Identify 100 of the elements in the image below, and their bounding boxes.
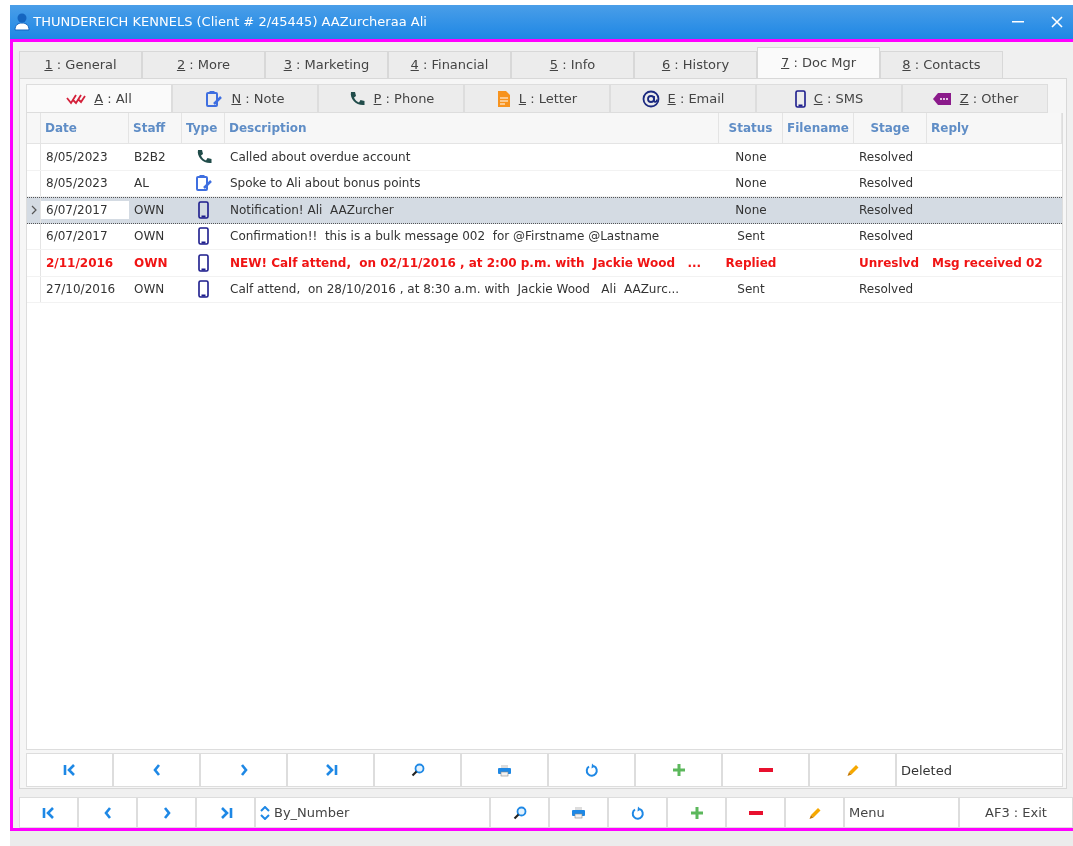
add-button[interactable]	[667, 797, 726, 828]
exit-button[interactable]: AF3 : Exit	[959, 797, 1073, 828]
table-cell-text: Spoke to Ali about bonus points	[229, 175, 422, 193]
table-cell-text: NEW! Calf attend, on 02/11/2016 , at 2:00 p.m. with Jackie Wood ...	[229, 254, 703, 272]
table-row[interactable]: 27/10/2016 OWN Calf attend, on 28/10/2016 , at 8:30 a.m. with Jackie Wood Ali AAZurc... Sent Resolved	[27, 276, 1062, 303]
last-record-icon	[323, 764, 338, 776]
tab[interactable]: 1 : General	[19, 51, 142, 78]
search-button[interactable]	[374, 753, 461, 787]
row-pointer-icon	[30, 205, 37, 216]
table-cell-text: OWN	[133, 202, 166, 220]
table-cell-text: Notification! Ali AAZurcher	[229, 202, 395, 220]
table-cell-text: Resolved	[858, 175, 915, 193]
next-button[interactable]	[200, 753, 287, 787]
last-button[interactable]	[196, 797, 255, 828]
tab[interactable]: 6 : History	[634, 51, 757, 78]
tab[interactable]: 7 : Doc Mgr	[757, 47, 880, 78]
tab[interactable]: Z : Other	[902, 84, 1048, 113]
table-cell-text: Resolved	[858, 281, 915, 299]
table-cell-text: Msg received 02	[931, 254, 1044, 272]
tab[interactable]: E : Email	[610, 84, 756, 113]
user-icon	[14, 13, 30, 31]
table-cell-text: 2/11/2016	[45, 254, 115, 272]
tab[interactable]: N : Note	[172, 84, 318, 113]
clipboard-icon	[194, 174, 213, 193]
previous-button[interactable]	[113, 753, 200, 787]
refresh-icon	[584, 763, 599, 777]
next-button[interactable]	[137, 797, 196, 828]
next-icon	[162, 806, 171, 819]
last-button[interactable]	[287, 753, 374, 787]
sort-label: By_Number	[274, 803, 350, 822]
search-icon	[410, 763, 425, 777]
first-button[interactable]	[19, 797, 78, 828]
table-cell-text: None	[734, 175, 768, 193]
status-field: Deleted	[896, 753, 1063, 787]
table-cell-text: Resolved	[858, 228, 915, 246]
search-icon	[512, 805, 527, 820]
table-cell-text: OWN	[133, 228, 166, 246]
close-icon[interactable]	[1051, 16, 1063, 28]
at-sign-icon	[641, 89, 660, 108]
plus-icon	[689, 805, 704, 820]
table-cell-text: Confirmation!! this is a bulk message 002 for @Firstname @Lastname	[229, 228, 661, 246]
print-button[interactable]	[461, 753, 548, 787]
table-cell-text: B2B2	[133, 148, 167, 166]
mobile-phone-icon	[198, 280, 209, 299]
table-cell-text: None	[734, 148, 768, 166]
first-record-icon	[41, 806, 56, 819]
minus-icon	[747, 809, 764, 816]
table-row[interactable]: 6/07/2017 OWN Notification! Ali AAZurcher None Resolved	[27, 197, 1062, 224]
delete-button[interactable]	[726, 797, 785, 828]
printer-icon	[497, 763, 512, 777]
tab[interactable]: C : SMS	[756, 84, 902, 113]
table-cell-text: Sent	[736, 228, 766, 246]
table-cell-text: Resolved	[858, 202, 915, 220]
tab[interactable]: P : Phone	[318, 84, 464, 113]
table-cell-text: None	[734, 202, 768, 220]
previous-icon	[103, 806, 112, 819]
pencil-icon	[807, 805, 822, 820]
edit-button[interactable]	[809, 753, 896, 787]
table-cell-text: 27/10/2016	[45, 281, 117, 299]
table-row[interactable]: 2/11/2016 OWN NEW! Calf attend, on 02/11/2016 , at 2:00 p.m. with Jackie Wood ... Replied Unreslvd Msg received 02	[27, 250, 1062, 277]
print-button[interactable]	[549, 797, 608, 828]
refresh-button[interactable]	[608, 797, 667, 828]
tab[interactable]: A : All	[26, 84, 172, 113]
table-cell-text: Replied	[724, 254, 778, 272]
tab[interactable]: 8 : Contacts	[880, 51, 1003, 78]
first-button[interactable]	[26, 753, 113, 787]
minimize-icon[interactable]	[1012, 21, 1024, 23]
refresh-icon	[630, 805, 645, 820]
document-icon	[496, 89, 511, 108]
table-cell-text: Calf attend, on 28/10/2016 , at 8:30 a.m. with Jackie Wood Ali AAZurc...	[229, 281, 681, 299]
table-cell-text: OWN	[133, 254, 169, 272]
menu-button[interactable]: Menu	[844, 797, 959, 828]
tag-icon	[931, 91, 952, 106]
mobile-phone-icon	[198, 201, 209, 220]
window-title: THUNDEREICH KENNELS (Client # 2/45445) AAZurcheraa Ali	[33, 13, 427, 32]
minus-icon	[757, 767, 774, 773]
add-button[interactable]	[635, 753, 722, 787]
refresh-button[interactable]	[548, 753, 635, 787]
next-icon	[239, 764, 248, 776]
tab[interactable]: L : Letter	[464, 84, 610, 113]
tab[interactable]: 5 : Info	[511, 51, 634, 78]
table-row[interactable]: 8/05/2023 B2B2 Called about overdue account None Resolved	[27, 144, 1062, 171]
first-record-icon	[62, 764, 77, 776]
plus-icon	[671, 763, 686, 777]
tab[interactable]: 4 : Financial	[388, 51, 511, 78]
tab[interactable]: 2 : More	[142, 51, 265, 78]
double-check-icon	[66, 92, 87, 105]
table-cell-text: Unreslvd	[858, 254, 920, 272]
previous-button[interactable]	[78, 797, 137, 828]
search-button[interactable]	[490, 797, 549, 828]
table-cell-text: 8/05/2023	[45, 148, 109, 166]
table-cell-text: Sent	[736, 281, 766, 299]
table-row[interactable]: 6/07/2017 OWN Confirmation!! this is a bulk message 002 for @Firstname @Lastname Sent Resolved	[27, 223, 1062, 250]
mobile-phone-icon	[198, 227, 209, 246]
sort-selector[interactable]: By_Number	[255, 797, 490, 828]
table-cell: 6/07/2017	[41, 201, 129, 220]
pencil-icon	[845, 763, 860, 777]
table-cell-text: 6/07/2017	[45, 228, 109, 246]
clipboard-icon	[205, 89, 224, 108]
tab[interactable]: 3 : Marketing	[265, 51, 388, 78]
